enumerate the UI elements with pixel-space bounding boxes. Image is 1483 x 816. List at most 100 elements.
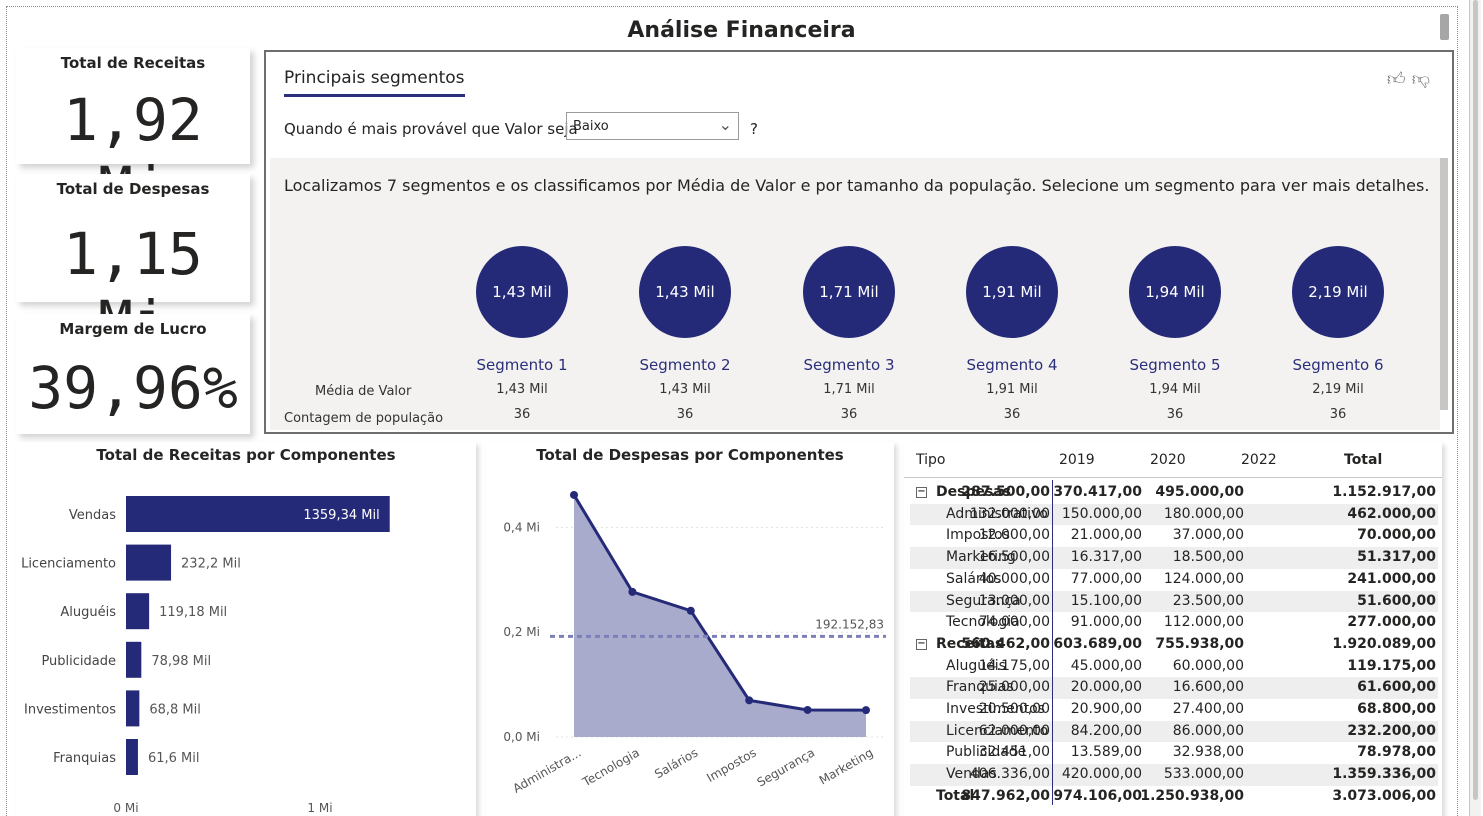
page-scrollbar-track[interactable]: [1469, 0, 1481, 816]
segment-3[interactable]: 1,71 Mil Segmento 3 1,71 Mil 36: [779, 246, 919, 422]
segment-count: 36: [1003, 407, 1021, 422]
data-point[interactable]: [803, 705, 812, 714]
matrix-row[interactable]: Tecnologia 74.000,00 91.000,00 112.000,00 27…: [910, 612, 1438, 634]
segment-name[interactable]: Segmento 5: [1105, 356, 1245, 374]
card-total-receitas[interactable]: Total de Receitas 1,92 Mi: [16, 48, 250, 222]
segment-name[interactable]: Segmento 3: [779, 356, 919, 374]
segment-count: 36: [1329, 407, 1347, 422]
bar-chart-panel[interactable]: Total de Receitas por Componentes Vendas…: [16, 442, 476, 816]
matrix-cell: 560.462,00: [961, 635, 1050, 652]
matrix-row[interactable]: Investimentos 20.500,00 20.900,00 27.400,00…: [910, 699, 1438, 721]
segment-2[interactable]: 1,43 Mil Segmento 2 1,43 Mil 36: [615, 246, 755, 422]
financial-matrix[interactable]: Tipo 2019 2020 2022 Total − Despesas 287.5…: [904, 442, 1442, 816]
bar[interactable]: [126, 690, 140, 727]
matrix-cell: 13.000,00: [978, 592, 1050, 609]
bar[interactable]: [126, 739, 138, 775]
segment-bubble[interactable]: 1,43 Mil: [476, 246, 568, 338]
collapse-toggle-icon[interactable]: −: [916, 487, 927, 498]
area-chart-panel[interactable]: Total de Despesas por Componentes 0,0 Mi…: [486, 442, 894, 816]
data-point[interactable]: [570, 490, 578, 499]
matrix-cell: 21.000,00: [1070, 527, 1142, 544]
segment-name[interactable]: Segmento 6: [1268, 356, 1408, 374]
matrix-cell: 23.500,00: [1172, 592, 1244, 609]
matrix-row[interactable]: Licenciamento 62.000,00 84.200,00 86.000,00…: [910, 720, 1438, 743]
matrix-cell: 20.900,00: [1070, 701, 1142, 717]
segment-name[interactable]: Segmento 4: [942, 356, 1082, 374]
segment-bubble[interactable]: 1,91 Mil: [966, 246, 1058, 338]
matrix-cell: 406.336,00: [969, 766, 1050, 783]
matrix-cell: 20.500,00: [978, 701, 1050, 717]
segments-description: Localizamos 7 segmentos e os classificam…: [284, 176, 1430, 195]
thumbs-up-icon[interactable]: 👍︎: [1387, 69, 1412, 90]
segment-1[interactable]: 1,43 Mil Segmento 1 1,43 Mil 36: [452, 246, 592, 422]
matrix-row[interactable]: Aluguéis 14.175,00 45.000,00 60.000,00 119.1…: [910, 656, 1438, 678]
matrix-cell: 40.000,00: [978, 570, 1050, 587]
matrix-cell: 974.106,00: [1053, 787, 1142, 804]
card-margem-lucro[interactable]: Margem de Lucro 39,96%: [16, 314, 250, 434]
data-point[interactable]: [628, 587, 637, 596]
canvas-scrollbar[interactable]: [1440, 14, 1449, 40]
page-scrollbar-thumb[interactable]: [1473, 0, 1478, 800]
segment-5[interactable]: 1,94 Mil Segmento 5 1,94 Mil 36: [1105, 246, 1245, 422]
matrix-row[interactable]: Franquias 25.000,00 20.000,00 16.600,00 61.6…: [910, 677, 1438, 699]
y-tick-label: 0,0 Mi: [503, 730, 540, 744]
matrix-row[interactable]: Marketing 16.500,00 16.317,00 18.500,00 51.3…: [910, 547, 1438, 569]
matrix-cell: 16.500,00: [978, 549, 1050, 566]
matrix-row[interactable]: Administrativo 132.000,00 150.000,00 180.00…: [910, 503, 1438, 526]
matrix-cell: 77.000,00: [1070, 570, 1142, 587]
matrix-cell: 3.073.006,00: [1332, 787, 1436, 804]
data-label: 61,6 Mil: [148, 751, 200, 766]
area-chart-svg: 0,0 Mi 0,2 Mi 0,4 Mi 192.152,83 Administra..…: [503, 490, 886, 796]
segment-bubble[interactable]: 1,71 Mil: [803, 246, 895, 338]
key-influencers-visual[interactable]: Principais segmentos 👍︎👎︎ Quando é mais …: [264, 50, 1454, 434]
tab-principais-segmentos[interactable]: Principais segmentos: [284, 68, 465, 97]
matrix-row[interactable]: Vendas 406.336,00 420.000,00 533.000,00 1.35…: [910, 764, 1438, 786]
segment-count: 36: [676, 407, 694, 422]
segments-scrollbar[interactable]: [1440, 158, 1448, 410]
data-label: 1359,34 Mil: [303, 508, 379, 523]
matrix-row[interactable]: Salários 40.000,00 77.000,00 124.000,00 241.…: [910, 569, 1438, 591]
matrix-row[interactable]: Segurança 13.000,00 15.100,00 23.500,00 51.6…: [910, 590, 1438, 613]
matrix-cell: 70.000,00: [1357, 527, 1436, 544]
matrix-total-row[interactable]: Total 847.962,00 974.106,00 1.250.938,00 3.0…: [910, 786, 1438, 808]
segment-name[interactable]: Segmento 2: [615, 356, 755, 374]
value-dropdown[interactable]: Baixo ⌄: [566, 112, 739, 140]
segment-bubble[interactable]: 2,19 Mil: [1292, 246, 1384, 338]
y-tick-label: 0,2 Mi: [503, 625, 540, 639]
segment-4[interactable]: 1,91 Mil Segmento 4 1,91 Mil 36: [942, 246, 1082, 422]
report-title: Análise Financeira: [627, 18, 856, 43]
header-2019[interactable]: 2019: [1059, 452, 1095, 468]
header-2022[interactable]: 2022: [1241, 452, 1277, 468]
matrix-row[interactable]: Publicidade 32.451,00 13.589,00 32.938,00 78…: [910, 742, 1438, 764]
matrix-group-row[interactable]: − Receitas 560.462,00 603.689,00 755.938,00 1…: [910, 634, 1438, 656]
data-point[interactable]: [745, 696, 754, 705]
bar[interactable]: [126, 593, 150, 630]
thumbs-down-icon[interactable]: 👎︎: [1412, 69, 1436, 90]
x-tick-label: 0 Mi: [113, 801, 138, 815]
matrix-group-row[interactable]: − Despesas 287.500,00 370.417,00 495.000,00 1…: [910, 482, 1438, 504]
segment-bubble[interactable]: 1,94 Mil: [1129, 246, 1221, 338]
matrix-cell: 84.200,00: [1070, 722, 1142, 739]
header-tipo[interactable]: Tipo: [916, 452, 945, 468]
bar[interactable]: [126, 544, 172, 581]
matrix-cell: 32.938,00: [1172, 744, 1244, 761]
bar-chart-svg: Vendas 1359,34 Mil Licenciamento 232,2 Mil A…: [21, 496, 390, 815]
collapse-toggle-icon[interactable]: −: [916, 638, 927, 650]
header-2020[interactable]: 2020: [1150, 452, 1186, 468]
segment-mean: 1,43 Mil: [659, 382, 711, 397]
segment-bubble[interactable]: 1,43 Mil: [639, 246, 731, 338]
matrix-row[interactable]: Impostos 12.000,00 21.000,00 37.000,00 70.00…: [910, 525, 1438, 547]
bar[interactable]: [126, 641, 142, 678]
data-point[interactable]: [686, 606, 695, 615]
segment-6[interactable]: 2,19 Mil Segmento 6 2,19 Mil 36: [1268, 246, 1408, 422]
data-point[interactable]: [862, 706, 870, 715]
header-total[interactable]: Total: [1344, 452, 1382, 468]
data-label: 232,2 Mil: [181, 557, 241, 572]
segment-name[interactable]: Segmento 1: [452, 356, 592, 374]
matrix-cell: 755.938,00: [1155, 635, 1244, 652]
matrix-cell: 14.175,00: [978, 657, 1050, 674]
y-tick-label: 0,4 Mi: [503, 520, 540, 534]
segments-area: Localizamos 7 segmentos e os classificam…: [270, 158, 1440, 430]
category-label: Licenciamento: [21, 557, 116, 572]
card-total-despesas[interactable]: Total de Despesas 1,15 Mi: [16, 174, 250, 356]
